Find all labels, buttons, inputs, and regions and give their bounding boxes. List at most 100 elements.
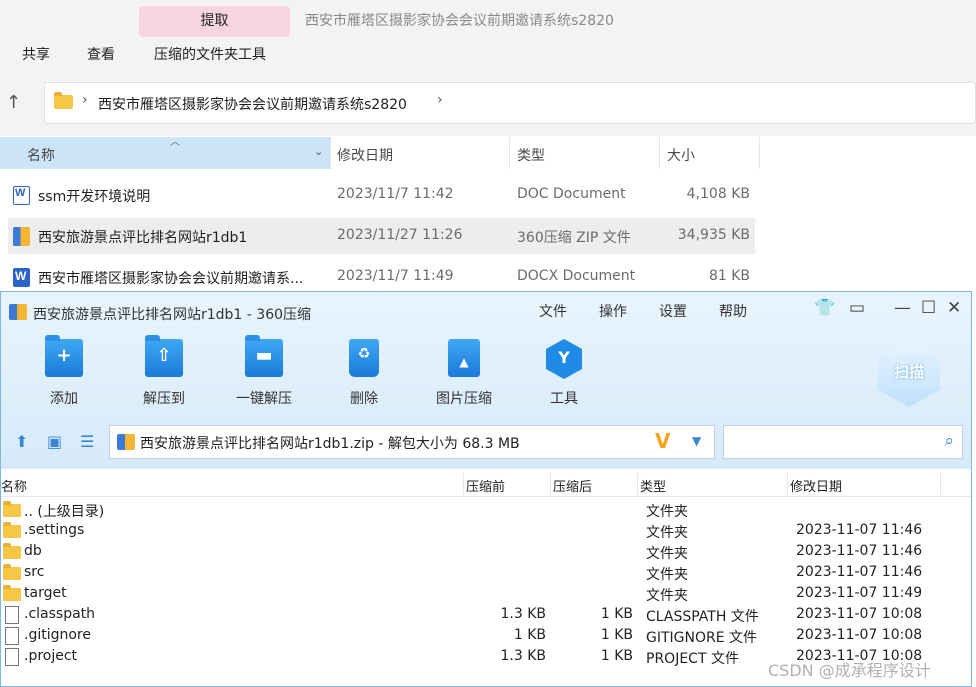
extract-tab[interactable]: 提取 [139,6,290,37]
explorer-window-title: 西安市雁塔区摄影家协会会议前期邀请系统s2820 [305,13,614,29]
menu-help[interactable]: 帮助 [719,301,747,321]
item-type: 文件夹 [646,567,688,583]
file-row-selected[interactable]: 西安旅游景点评比排名网站r1db1 2023/11/27 11:26 360压缩… [8,218,755,254]
close-icon[interactable]: ✕ [947,298,961,318]
list-item[interactable]: .gitignore 1 KB 1 KB GITIGNORE 文件 2023-1… [1,625,971,646]
item-date: 2023-11-07 10:08 [796,606,923,622]
search-icon[interactable]: ⌕ [944,431,954,451]
column-size[interactable]: 大小 [667,145,695,165]
folder-icon [3,543,21,559]
minimize-icon[interactable]: — [894,298,911,318]
image-compress-icon: ▲ [448,339,480,377]
folder-icon [54,92,73,109]
item-size-before: 1 KB [513,627,546,643]
column-date[interactable]: 修改日期 [790,476,842,495]
ribbon-tab-view[interactable]: 查看 [87,44,115,64]
item-date: 2023-11-07 11:49 [796,585,923,601]
file-type: DOCX Document [517,268,636,284]
tools-label: 工具 [550,391,578,407]
item-type: 文件夹 [646,504,688,520]
chevron-right-icon[interactable]: › [82,92,88,108]
list-item[interactable]: target 文件夹 2023-11-07 11:49 [1,583,971,604]
divider [509,137,510,169]
file-row[interactable]: ssm开发环境说明 2023/11/7 11:42 DOC Document 4… [8,177,755,213]
delete-button[interactable]: ♻ 删除 [324,339,404,409]
divider [463,473,464,495]
column-before[interactable]: 压缩前 [466,476,505,495]
item-type: CLASSPATH 文件 [646,609,759,625]
file-size: 34,935 KB [677,227,750,243]
file-type: 360压缩 ZIP 文件 [517,230,631,246]
divider [550,473,551,495]
up-arrow-icon[interactable]: ↑ [6,92,21,113]
column-name[interactable]: 名称 [27,145,55,165]
maximize-icon[interactable]: ☐ [921,298,936,318]
sort-up-icon: ︿ [170,137,180,148]
list-item[interactable]: .. (上级目录) 文件夹 [1,499,971,520]
item-name: db [24,543,42,559]
tools-icon: Y [546,339,582,379]
menu-settings[interactable]: 设置 [659,301,687,321]
list-view-icon[interactable]: ☰ [80,432,94,451]
extract-to-label: 解压到 [143,391,185,407]
ribbon-tab-share[interactable]: 共享 [22,44,50,64]
extract-to-button[interactable]: ⇧ 解压到 [124,335,204,409]
delete-icon: ♻ [349,339,379,377]
item-type: 文件夹 [646,588,688,604]
tools-button[interactable]: Y 工具 [524,339,604,409]
file-icon [5,606,19,624]
item-type: PROJECT 文件 [646,651,739,667]
image-compress-label: 图片压缩 [436,391,492,407]
folder-icon [3,522,21,538]
column-after[interactable]: 压缩后 [553,476,592,495]
list-item[interactable]: .settings 文件夹 2023-11-07 11:46 [1,520,971,541]
menu-file[interactable]: 文件 [539,301,567,321]
list-item[interactable]: .classpath 1.3 KB 1 KB CLASSPATH 文件 2023… [1,604,971,625]
item-name: .. (上级目录) [24,504,105,520]
item-size-before: 1.3 KB [500,648,547,664]
v-badge-icon[interactable]: V [655,429,670,453]
file-size: 4,108 KB [686,186,750,202]
add-button[interactable]: + 添加 [24,335,104,409]
watermark: CSDN @成承程序设计 [768,661,931,680]
file-date: 2023/11/27 11:26 [337,227,463,243]
extract-to-icon: ⇧ [145,335,183,377]
divider [787,473,788,495]
chevron-right-icon[interactable]: › [437,92,443,108]
item-name: .classpath [24,606,96,622]
search-input[interactable]: ⌕ [723,425,963,459]
skin-icon[interactable]: 👕 [814,298,835,318]
archive-path-bar[interactable]: 西安旅游景点评比排名网站r1db1.zip - 解包大小为 68.3 MB V … [109,425,715,459]
zip-archive-icon [117,434,135,450]
add-icon: + [45,335,83,377]
item-name: target [24,585,67,601]
ribbon-tab-compressed-folder-tools[interactable]: 压缩的文件夹工具 [154,44,266,64]
item-type: GITIGNORE 文件 [646,630,758,646]
column-type[interactable]: 类型 [517,145,545,165]
image-compress-button[interactable]: ▲ 图片压缩 [424,339,504,409]
column-type[interactable]: 类型 [640,476,666,495]
file-name: 西安市雁塔区摄影家协会会议前期邀请系... [38,271,304,287]
list-item[interactable]: db 文件夹 2023-11-07 11:46 [1,541,971,562]
breadcrumb[interactable]: 西安市雁塔区摄影家协会会议前期邀请系统s2820 [98,94,407,114]
file-date: 2023/11/7 11:49 [337,268,454,284]
file-icon [5,648,19,666]
one-click-extract-button[interactable]: ▬ 一键解压 [224,335,304,409]
item-date: 2023-11-07 11:46 [796,522,923,538]
word-doc-icon [13,186,30,205]
column-name[interactable]: 名称 [1,476,27,495]
menu-operate[interactable]: 操作 [599,301,627,321]
column-date[interactable]: 修改日期 [337,145,393,165]
list-item[interactable]: src 文件夹 2023-11-07 11:46 [1,562,971,583]
chevron-down-icon[interactable]: ⌄ [314,145,323,158]
folder-icon [3,564,21,580]
up-level-icon[interactable]: ⬆ [15,432,28,451]
chevron-down-icon[interactable]: ▼ [692,434,701,448]
divider [940,473,941,495]
file-size: 81 KB [708,268,750,284]
thumbnail-view-icon[interactable]: ▣ [47,432,62,451]
item-size-before: 1.3 KB [500,606,547,622]
feedback-icon[interactable]: ▭ [849,298,865,318]
file-row[interactable]: 西安市雁塔区摄影家协会会议前期邀请系... 2023/11/7 11:49 DO… [8,259,755,295]
one-click-extract-icon: ▬ [245,335,283,377]
